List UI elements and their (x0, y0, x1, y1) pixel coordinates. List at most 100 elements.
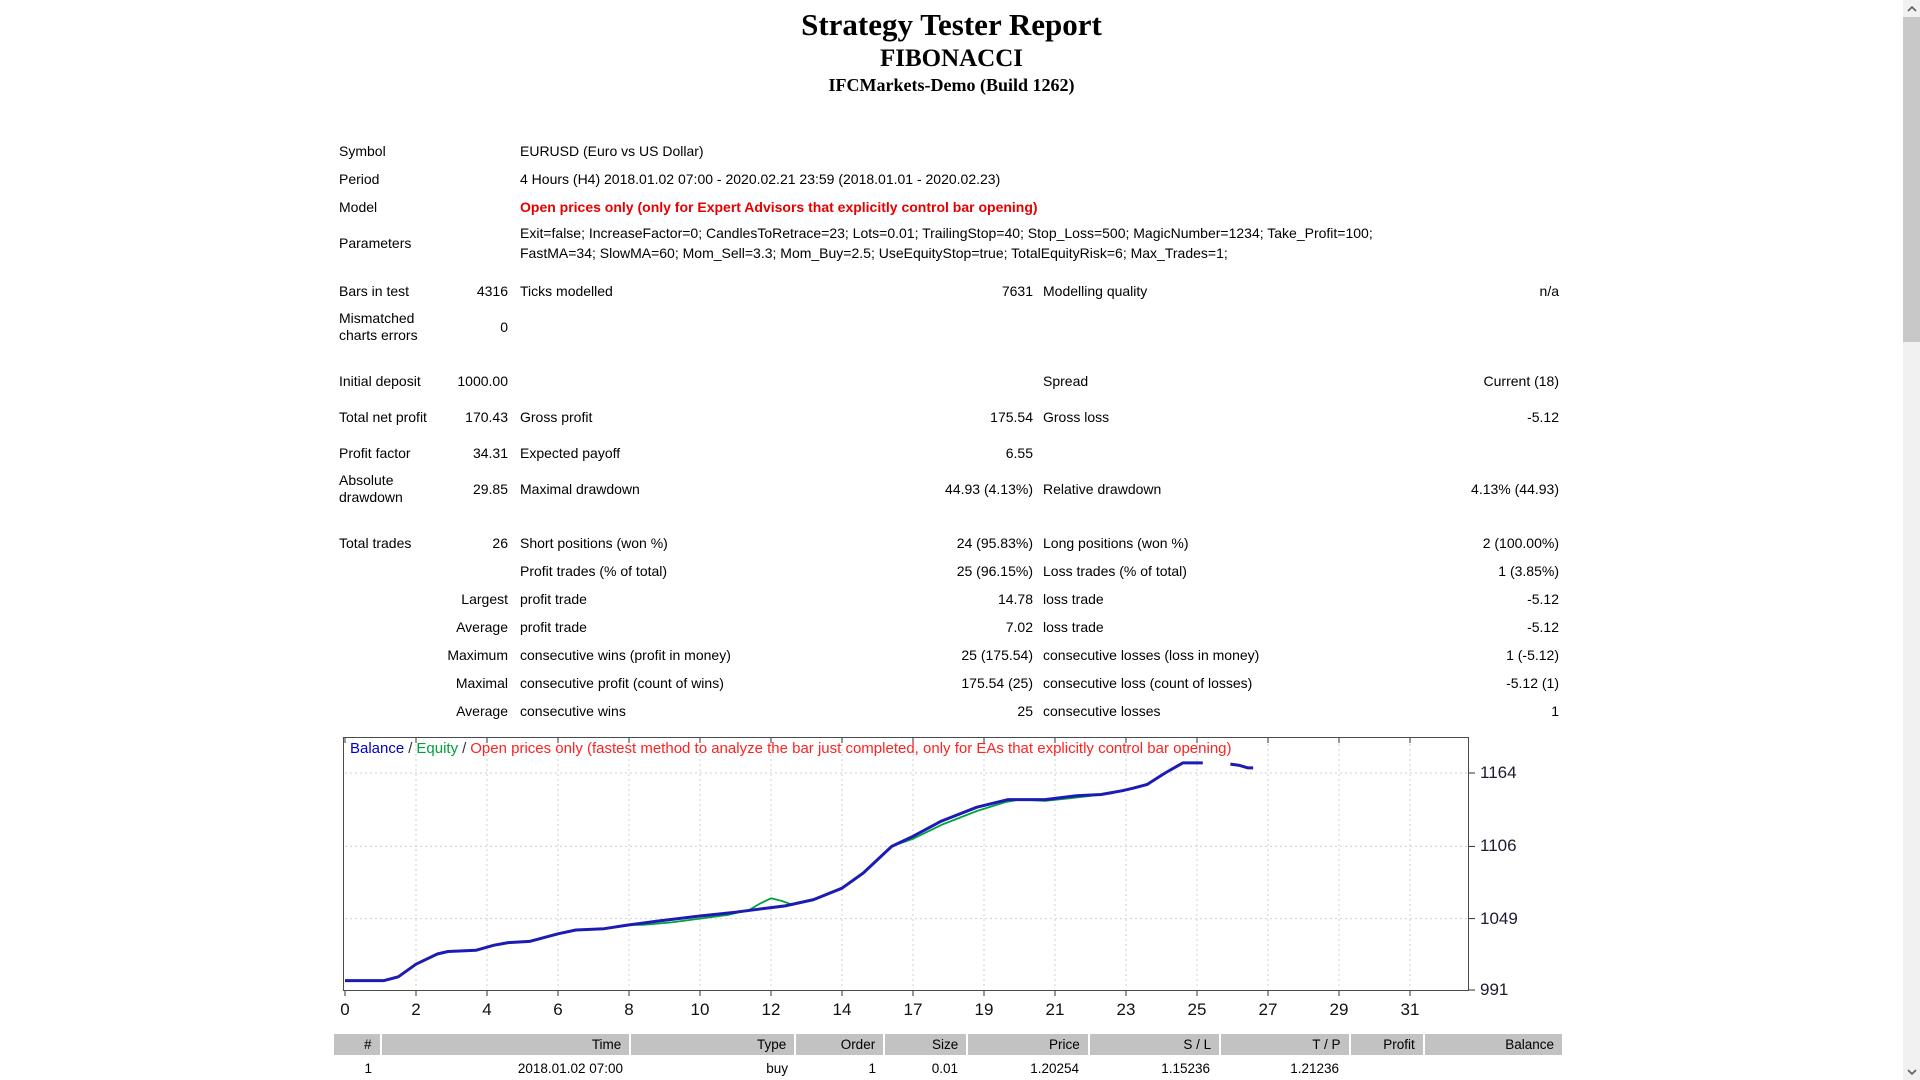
server-build: IFCMarkets-Demo (Build 1262) (828, 75, 1075, 95)
scroll-down-button[interactable] (1903, 1063, 1920, 1080)
x-tick-label: 12 (761, 1000, 781, 1019)
y-tick-label: 991 (1480, 980, 1509, 999)
stat-label: Period (339, 170, 380, 187)
stat-value: 1 (-5.12) (1506, 647, 1559, 663)
stat-label: consecutive profit (count of wins) (520, 675, 724, 691)
stat-value: -5.12 (1527, 619, 1559, 635)
cell: 1 (868, 1060, 876, 1076)
stat-label: Total net profit (339, 408, 427, 425)
stat-value: 14.78 (997, 591, 1033, 607)
cell: 1.20254 (1030, 1060, 1079, 1076)
stat-label: Model (339, 198, 378, 215)
x-tick-label: 21 (1045, 1000, 1065, 1019)
legend-model-note: Open prices only (fastest method to anal… (470, 740, 1232, 757)
stat-value: 34.31 (472, 445, 508, 461)
stat-value: 29.85 (472, 481, 508, 497)
header-cell: Profit (1350, 1034, 1423, 1055)
stat-value: 175.54 (990, 409, 1033, 425)
x-tick-label: 27 (1258, 1000, 1278, 1019)
scroll-up-button[interactable] (1903, 0, 1920, 17)
stat-value: 170.43 (465, 409, 508, 425)
stats-row: Maximal consecutive profit (count of wins… (339, 669, 1561, 697)
stat-label: Symbol (339, 142, 386, 159)
chevron-up-icon (1906, 5, 1917, 12)
y-tick-label: 1106 (1480, 836, 1517, 856)
balance-line (345, 761, 1203, 983)
scrollbar-thumb[interactable] (1903, 17, 1920, 342)
stats-spacer (339, 349, 1561, 367)
y-tick-label: 1164 (1480, 762, 1517, 782)
parameters-line: Exit=false; IncreaseFactor=0; CandlesToR… (520, 225, 1373, 241)
stats-row: Profit factor 34.31 Expected payoff 6.55 (339, 439, 1561, 467)
stat-label: consecutive wins (520, 703, 626, 719)
stats-row: Maximum consecutive wins (profit in money… (339, 641, 1561, 669)
x-tick-label: 17 (903, 1000, 923, 1019)
header-cell: S / L (1089, 1034, 1220, 1055)
stats-row: Total trades 26 Short positions (won %) 24 … (339, 529, 1561, 557)
stat-value: n/a (1539, 283, 1559, 299)
chart-legend: Balance / Equity / Open prices only (fastest… (350, 740, 1460, 757)
stat-value: 2 (100.00%) (1482, 535, 1559, 551)
stat-label: Parameters (339, 234, 412, 251)
stat-label: loss trade (1043, 591, 1104, 607)
trades-table-body: 1 2018.01.02 07:00 buy 1 0.01 1.20254 1.15236 1… (334, 1055, 1562, 1080)
stats-grid: Symbol EURUSD (Euro vs US Dollar) Period 4 … (339, 137, 1561, 725)
header-cell: Size (885, 1034, 967, 1055)
stat-value: Average (456, 619, 508, 635)
x-tick-label: 14 (832, 1000, 852, 1019)
stat-value: -5.12 (1527, 591, 1559, 607)
stat-value: -5.12 (1) (1506, 675, 1559, 691)
stats-spacer (339, 265, 1561, 277)
x-tick-label: 0 (340, 1000, 350, 1019)
stat-label: consecutive losses (loss in money) (1043, 647, 1260, 663)
stat-label: Ticks modelled (520, 283, 613, 299)
stats-row: Average profit trade 7.02 loss trade -5.12 (339, 613, 1561, 641)
legend-separator: / (462, 740, 467, 757)
cell: 1 (364, 1060, 372, 1076)
stat-value: 25 (1017, 703, 1033, 719)
vertical-scrollbar[interactable] (1903, 0, 1920, 1080)
header-cell: # (334, 1034, 380, 1055)
x-tick-label: 6 (553, 1000, 563, 1019)
stat-value: 7.02 (1005, 619, 1033, 635)
x-tick-label: 25 (1187, 1000, 1207, 1019)
stat-label: Total trades (339, 534, 412, 551)
stat-label: Gross profit (520, 409, 593, 425)
stats-row: Mismatched charts errors 0 (339, 305, 1561, 349)
stat-value: 4.13% (44.93) (1471, 481, 1559, 497)
cell: 1.15236 (1161, 1060, 1210, 1076)
x-tick-label: 19 (974, 1000, 994, 1019)
stat-value: 4316 (476, 283, 508, 299)
stat-label: Maximal drawdown (520, 481, 640, 497)
legend-separator: / (408, 740, 413, 757)
stat-value: Maximal (455, 675, 508, 691)
stats-row: Bars in test 4316 Ticks modelled 7631 Modell… (339, 277, 1561, 305)
stats-row: Total net profit 170.43 Gross profit 175.54… (339, 395, 1561, 439)
balance-equity-chart (343, 737, 1475, 996)
stat-label: Bars in test (339, 282, 410, 299)
stat-label: Gross loss (1043, 409, 1110, 425)
stat-label: Profit factor (339, 444, 411, 461)
chevron-down-icon (1906, 1068, 1917, 1075)
cell: 2018.01.02 07:00 (517, 1060, 623, 1076)
stat-label: profit trade (520, 619, 587, 635)
legend-balance-label: Balance (350, 740, 405, 757)
stat-label: profit trade (520, 591, 587, 607)
stat-label: Spread (1043, 373, 1089, 389)
stat-value: 26 (492, 535, 508, 551)
stat-value: 175.54 (25) (961, 675, 1033, 691)
stat-value: 7631 (1001, 283, 1033, 299)
cell: buy (766, 1060, 788, 1076)
expert-name: FIBONACCI (879, 45, 1024, 72)
stat-label: Profit trades (% of total) (520, 563, 668, 579)
stats-row: Average consecutive wins 25 consecutive los… (339, 697, 1561, 725)
stat-value: 25 (96.15%) (956, 563, 1033, 579)
stat-value: 25 (175.54) (961, 647, 1033, 663)
stat-value: Largest (461, 591, 508, 607)
stat-label: consecutive losses (1043, 703, 1161, 719)
stats-row: Profit trades (% of total) 25 (96.15%) Los… (339, 557, 1561, 585)
stat-label: Initial deposit (339, 372, 421, 389)
stats-row: Period 4 Hours (H4) 2018.01.02 07:00 - 20… (339, 165, 1561, 193)
stat-value: 0 (500, 319, 508, 335)
parameters-value: Exit=false; IncreaseFactor=0; CandlesToR… (520, 223, 1560, 263)
